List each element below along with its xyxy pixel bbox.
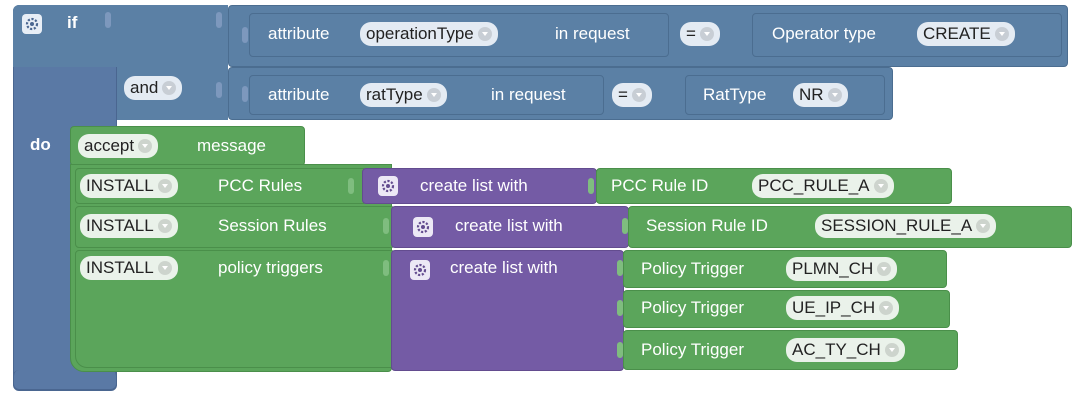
install-label-1: PCC Rules	[218, 176, 303, 195]
chevron-down-icon	[157, 179, 172, 193]
connector-notch	[216, 12, 222, 28]
item-dropdown-1-1[interactable]: PCC_RULE_A	[752, 174, 894, 198]
item-label-3-2: Policy Trigger	[641, 298, 744, 317]
message-label: message	[197, 136, 266, 155]
chevron-down-icon	[873, 179, 888, 193]
if-row	[13, 5, 228, 67]
connector-notch	[588, 178, 594, 194]
attribute-prefix-1: attribute	[268, 24, 330, 43]
install-dropdown-2[interactable]: INSTALL	[80, 214, 178, 238]
value-dropdown-1[interactable]: CREATE	[917, 22, 1015, 46]
item-label-3-3: Policy Trigger	[641, 340, 744, 359]
item-dropdown-3-1[interactable]: PLMN_CH	[786, 257, 898, 281]
connector-notch	[617, 342, 623, 358]
connector-notch	[617, 300, 623, 316]
item-label-1-1: PCC Rule ID	[611, 176, 709, 195]
install-label-3: policy triggers	[218, 258, 323, 277]
connector-notch	[216, 82, 222, 98]
attribute-suffix-1: in request	[555, 24, 630, 43]
if-block-bottom	[13, 370, 117, 390]
chevron-down-icon	[994, 27, 1009, 41]
chevron-down-icon	[699, 27, 714, 41]
value-dropdown-2[interactable]: NR	[793, 83, 848, 107]
gear-icon[interactable]	[413, 217, 433, 237]
chevron-down-icon	[426, 88, 441, 102]
if-label: if	[67, 13, 78, 32]
connector-notch	[383, 218, 389, 234]
item-dropdown-2-1[interactable]: SESSION_RULE_A	[815, 214, 997, 238]
chevron-down-icon	[877, 262, 892, 276]
chevron-down-icon	[138, 139, 153, 153]
install-dropdown-1[interactable]: INSTALL	[80, 174, 178, 198]
chevron-down-icon	[879, 301, 894, 315]
list-label-3: create list with	[450, 258, 558, 277]
attribute-dropdown-2[interactable]: ratType	[360, 83, 447, 107]
chevron-down-icon	[827, 88, 842, 102]
item-dropdown-3-3[interactable]: AC_TY_CH	[786, 338, 905, 362]
chevron-down-icon	[162, 81, 177, 95]
item-label-3-1: Policy Trigger	[641, 259, 744, 278]
chevron-down-icon	[884, 343, 899, 357]
value-label-2: RatType	[703, 85, 767, 104]
list-label-1: create list with	[420, 176, 528, 195]
attribute-suffix-2: in request	[491, 85, 566, 104]
attribute-prefix-2: attribute	[268, 85, 330, 104]
item-dropdown-3-2[interactable]: UE_IP_CH	[786, 296, 900, 320]
attribute-dropdown-1[interactable]: operationType	[360, 22, 498, 46]
do-label: do	[30, 135, 51, 154]
accept-dropdown[interactable]: accept	[78, 134, 159, 158]
chevron-down-icon	[157, 261, 172, 275]
item-label-2-1: Session Rule ID	[646, 216, 768, 235]
operator-dropdown-1[interactable]: =	[680, 22, 720, 46]
operator-dropdown-2[interactable]: =	[612, 83, 652, 107]
chevron-down-icon	[631, 88, 646, 102]
connector-notch	[622, 218, 628, 234]
install-dropdown-3[interactable]: INSTALL	[80, 256, 178, 280]
connector-notch	[242, 27, 248, 43]
connector-notch	[348, 178, 354, 194]
connector-notch	[242, 86, 248, 102]
connector-notch	[383, 260, 389, 276]
and-dropdown[interactable]: and	[124, 76, 183, 100]
chevron-down-icon	[976, 219, 991, 233]
gear-icon[interactable]	[378, 176, 398, 196]
connector-notch	[617, 260, 623, 276]
gear-icon[interactable]	[22, 14, 42, 34]
list-label-2: create list with	[455, 216, 563, 235]
chevron-down-icon	[477, 27, 492, 41]
chevron-down-icon	[157, 219, 172, 233]
connector-notch	[105, 12, 111, 28]
install-label-2: Session Rules	[218, 216, 327, 235]
gear-icon[interactable]	[410, 260, 430, 280]
value-label-1: Operator type	[772, 24, 876, 43]
